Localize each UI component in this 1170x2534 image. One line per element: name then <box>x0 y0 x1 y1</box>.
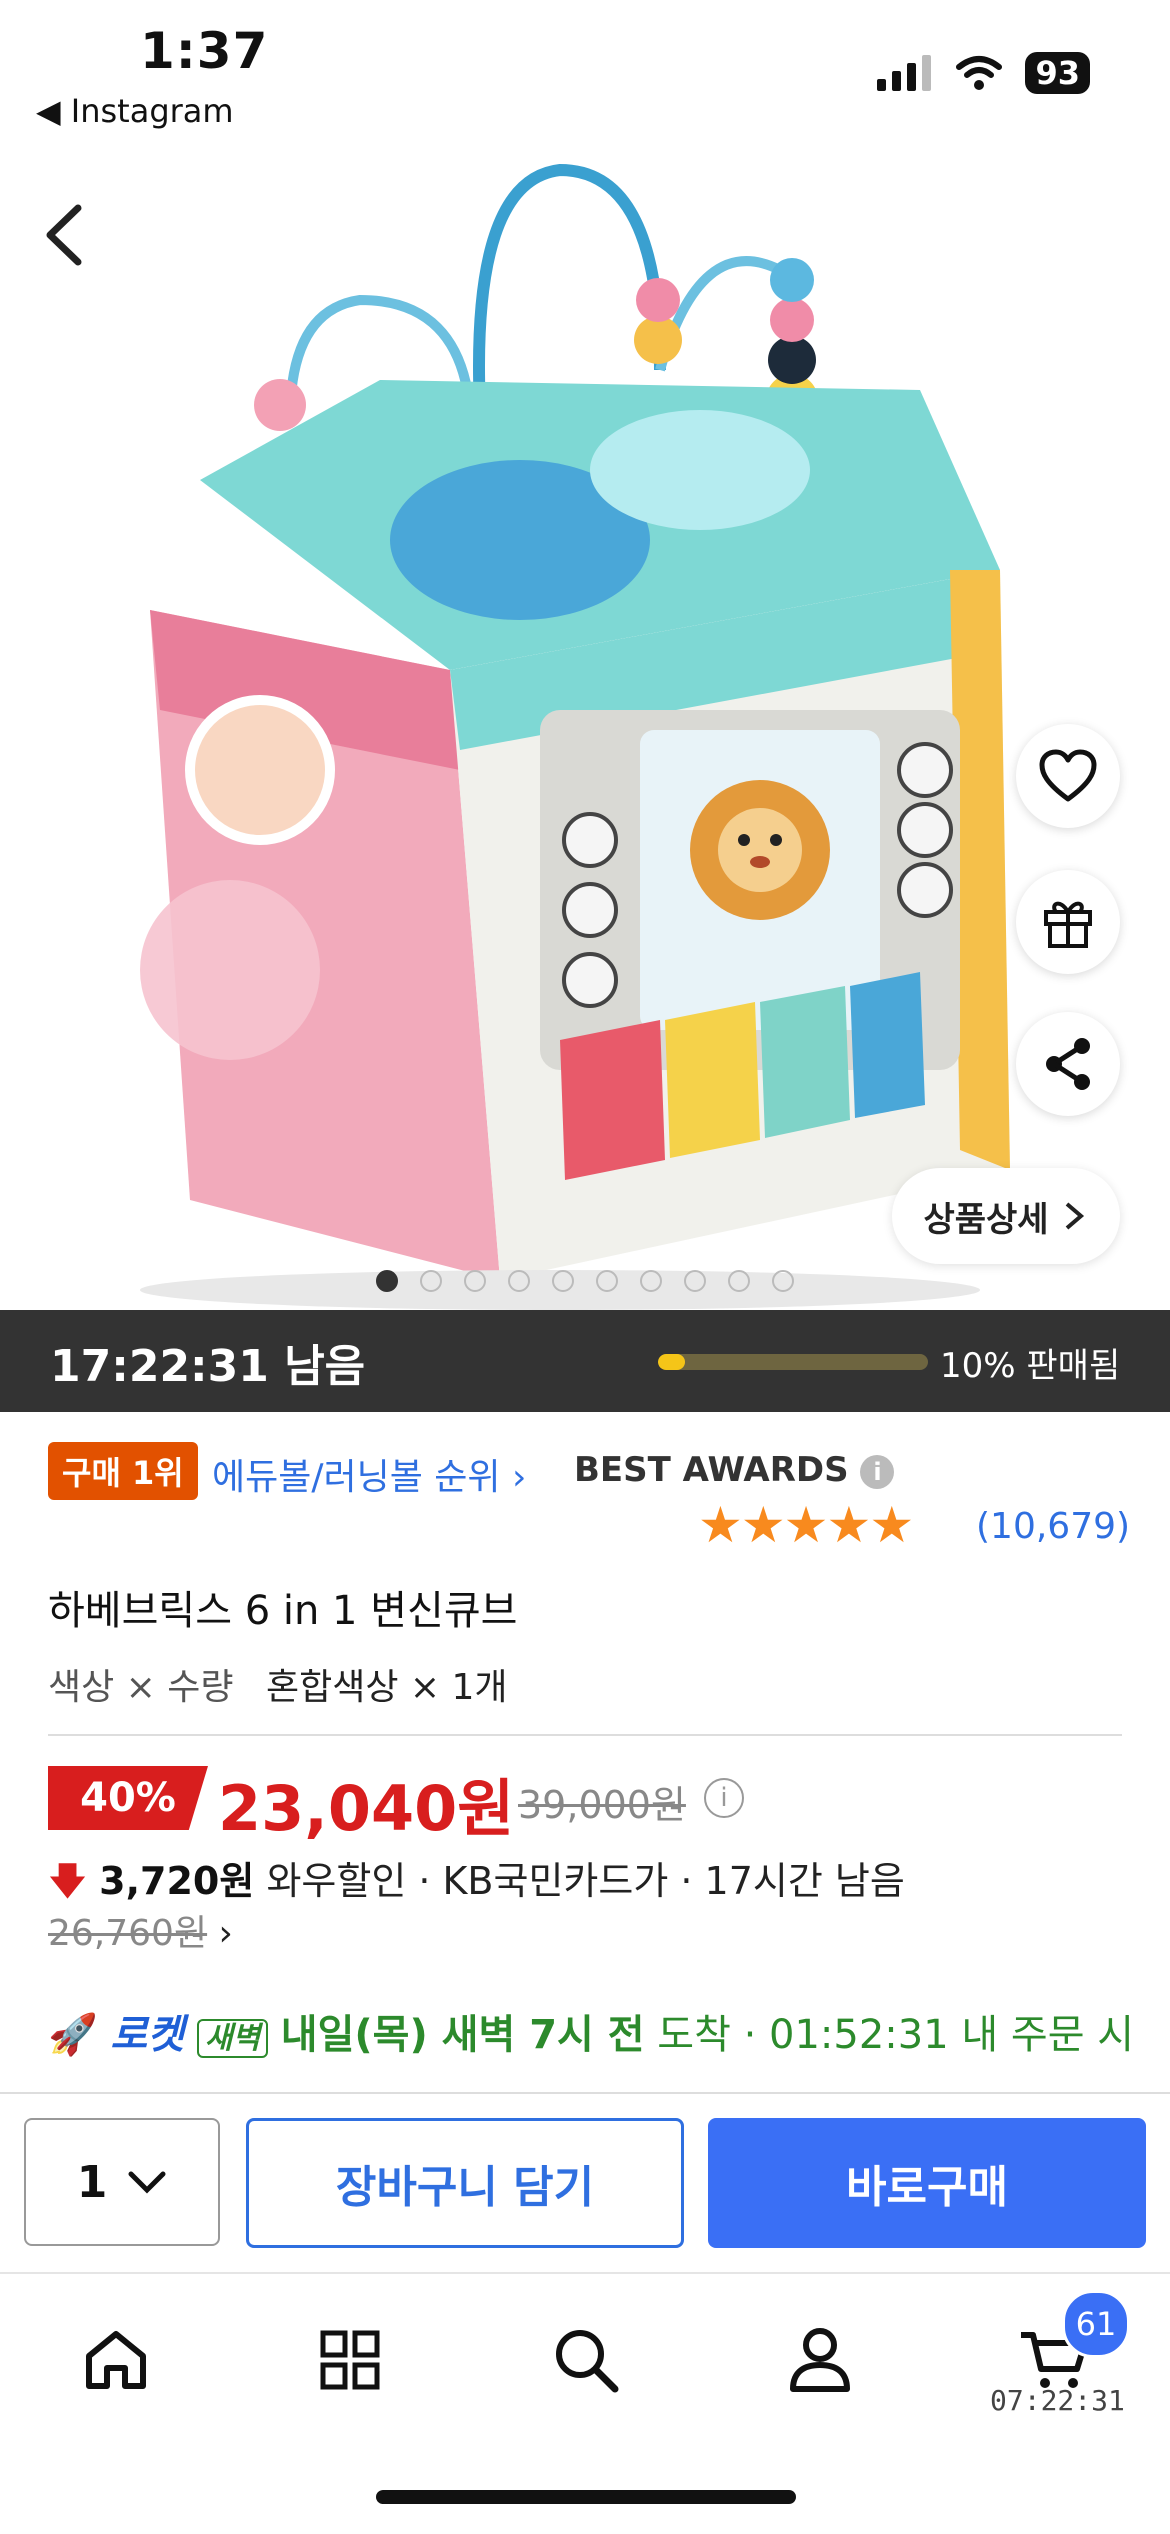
pagination-dot[interactable] <box>552 1270 574 1292</box>
cart-timer: 07:22:31 <box>990 2384 1125 2417</box>
rocket-icon: 🚀 <box>48 2012 98 2058</box>
rocket-brand: 로켓 <box>110 2012 185 2058</box>
time-remaining: 17:22:31 남음 <box>50 1341 366 1392</box>
tab-my-page[interactable] <box>760 2310 880 2410</box>
clipped-content <box>48 2080 1148 2092</box>
pagination-dot[interactable] <box>596 1270 618 1292</box>
deal-timer-bar: 17:22:31 남음 10% 판매됨 <box>0 1310 1170 1412</box>
wow-text: 와우할인 · KB국민카드가 · 17시간 남음 <box>266 1859 905 1903</box>
option-label: 색상 × 수량 <box>48 1667 234 1708</box>
tab-home[interactable] <box>56 2310 176 2410</box>
status-icons: 93 <box>877 52 1090 94</box>
search-icon <box>556 2330 619 2393</box>
star-icon: ★ <box>698 1496 743 1554</box>
delivery-text: 도착 · 01:52:31 내 주문 시 <box>657 2012 1135 2058</box>
star-icon: ★ <box>826 1496 871 1554</box>
back-chevron-icon[interactable] <box>40 200 88 287</box>
original-price: 39,000원 <box>518 1783 686 1827</box>
info-icon: i <box>860 1454 895 1489</box>
add-to-cart-button[interactable]: 장바구니 담기 <box>246 2118 684 2248</box>
grid-icon <box>320 2330 380 2390</box>
sold-progress-bar <box>658 1354 928 1370</box>
sold-progress-fill <box>658 1354 685 1370</box>
signal-icon <box>877 55 932 91</box>
sold-percent-label: 10% 판매됨 <box>940 1346 1121 1386</box>
wifi-icon <box>956 56 1003 90</box>
pagination-dot[interactable] <box>376 1270 398 1292</box>
product-detail-label: 상품상세 <box>923 1199 1049 1240</box>
pagination-dot[interactable] <box>684 1270 706 1292</box>
quantity-value: 1 <box>76 2156 108 2208</box>
wow-price-link[interactable]: 26,760원 › <box>48 1904 233 1956</box>
share-icon <box>1046 1038 1090 1090</box>
sale-price: 23,040원 <box>218 1772 515 1845</box>
battery-indicator: 93 <box>1025 52 1090 94</box>
status-time: 1:37 <box>140 22 269 80</box>
share-button[interactable] <box>1016 1012 1120 1116</box>
star-rating: ★★★★★ <box>698 1496 914 1554</box>
pagination-dot[interactable] <box>420 1270 442 1292</box>
tab-categories[interactable] <box>290 2310 410 2410</box>
back-to-instagram[interactable]: ◀ Instagram <box>36 92 234 130</box>
chevron-right-icon <box>1065 1202 1084 1230</box>
heart-icon <box>1039 749 1097 802</box>
gift-icon <box>1044 901 1092 948</box>
star-icon: ★ <box>740 1496 786 1554</box>
pagination-dot[interactable] <box>464 1270 486 1292</box>
delivery-info: 🚀 로켓 새벽 내일(목) 새벽 7시 전 도착 · 01:52:31 내 주문… <box>48 2002 1134 2060</box>
favorite-button[interactable] <box>1016 724 1120 828</box>
activity-cube-illustration <box>140 163 1010 1310</box>
chevron-right-icon: › <box>218 1913 233 1954</box>
chevron-down-icon <box>128 2171 166 2194</box>
pagination-dot[interactable] <box>508 1270 530 1292</box>
best-awards-label: BEST AWARDS <box>574 1450 849 1490</box>
pagination-dot[interactable] <box>728 1270 750 1292</box>
price-info-icon[interactable]: i <box>704 1778 744 1818</box>
product-title: 하베브릭스 6 in 1 변신큐브 <box>48 1588 518 1634</box>
star-icon: ★ <box>783 1496 829 1554</box>
pagination-dot[interactable] <box>640 1270 662 1292</box>
home-icon <box>86 2331 146 2389</box>
best-awards[interactable]: BEST AWARDS i <box>574 1450 895 1490</box>
image-pagination[interactable] <box>0 1270 1170 1292</box>
option-value[interactable]: 혼합색상 × 1개 <box>266 1658 508 1710</box>
cart-count-badge: 61 <box>1062 2290 1130 2358</box>
wow-price: 26,760원 <box>48 1913 208 1954</box>
delivery-eta: 내일(목) 새벽 7시 전 <box>280 2012 645 2058</box>
buy-now-button[interactable]: 바로구매 <box>708 2118 1146 2248</box>
discount-badge: 40% <box>48 1766 208 1830</box>
star-icon: ★ <box>869 1496 914 1554</box>
home-indicator <box>376 2490 796 2504</box>
chevron-right-icon: › <box>512 1457 527 1498</box>
category-rank-label: 에듀볼/러닝볼 순위 <box>212 1457 501 1498</box>
rocket-dawn-tag: 새벽 <box>196 2019 269 2058</box>
product-detail-button[interactable]: 상품상세 <box>892 1168 1120 1264</box>
wow-amount: 3,720원 <box>99 1859 255 1903</box>
gift-button[interactable] <box>1016 870 1120 974</box>
rank-badge: 구매 1위 <box>48 1442 198 1500</box>
down-arrow-icon: 🡇 <box>48 1859 88 1903</box>
user-icon <box>790 2328 850 2392</box>
category-rank-link[interactable]: 에듀볼/러닝볼 순위 › <box>212 1448 526 1500</box>
product-image[interactable] <box>0 150 1170 1310</box>
pagination-dot[interactable] <box>772 1270 794 1292</box>
quantity-select[interactable]: 1 <box>24 2118 220 2246</box>
divider <box>48 1734 1122 1736</box>
review-count-link[interactable]: (10,679) <box>976 1506 1130 1547</box>
tab-search[interactable] <box>526 2310 646 2410</box>
